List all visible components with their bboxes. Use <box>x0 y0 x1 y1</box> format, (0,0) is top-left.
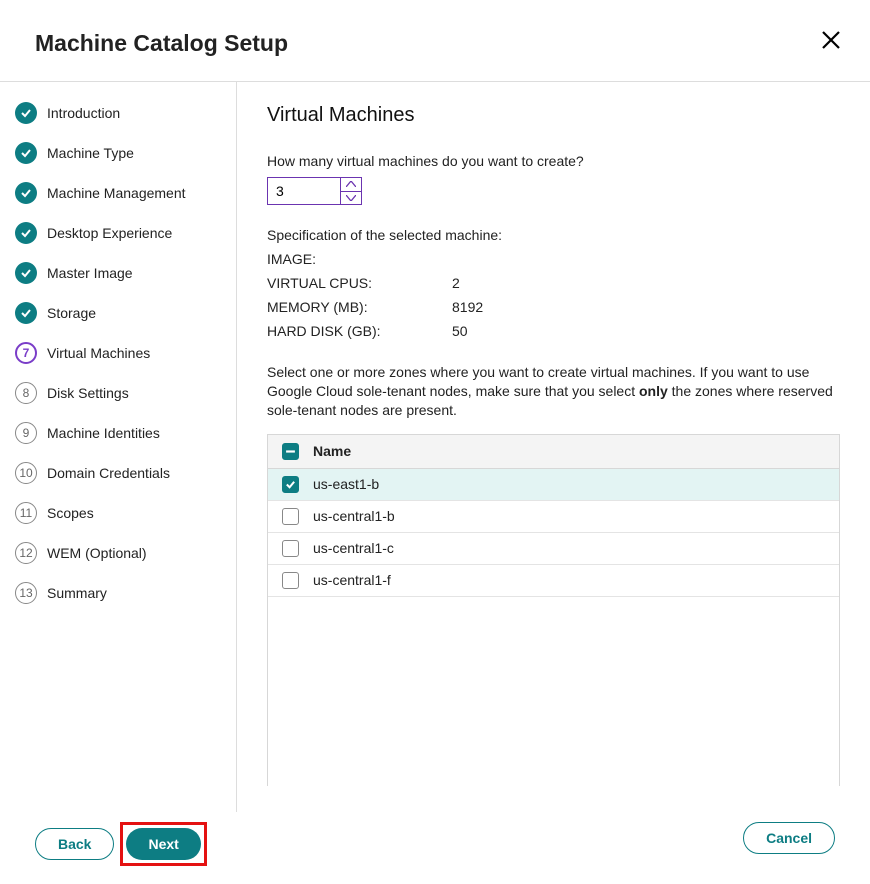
zones-grid: Name us-east1-b us-central1-b us-central1-… <box>267 434 840 786</box>
check-icon <box>15 302 37 324</box>
wizard-step-label: Introduction <box>47 105 120 121</box>
zone-name: us-central1-b <box>313 508 395 524</box>
spec-value: 2 <box>452 275 460 291</box>
wizard-step-label: Storage <box>47 305 96 321</box>
wizard-step: 10 Domain Credentials <box>15 462 236 484</box>
dialog-title: Machine Catalog Setup <box>35 30 288 57</box>
zone-note-bold: only <box>639 383 668 399</box>
spec-key: IMAGE: <box>267 251 452 267</box>
wizard-step: 8 Disk Settings <box>15 382 236 404</box>
wizard-step[interactable]: Desktop Experience <box>15 222 236 244</box>
wizard-step[interactable]: Master Image <box>15 262 236 284</box>
page-heading: Virtual Machines <box>267 104 840 127</box>
spec-row: MEMORY (MB):8192 <box>267 299 840 315</box>
wizard-step: 13 Summary <box>15 582 236 604</box>
spec-value: 8192 <box>452 299 483 315</box>
close-icon[interactable] <box>822 27 840 53</box>
spec-key: VIRTUAL CPUS: <box>267 275 452 291</box>
zone-instructions: Select one or more zones where you want … <box>267 363 840 420</box>
next-button-highlight: Next <box>120 822 206 866</box>
zone-checkbox[interactable] <box>282 476 299 493</box>
spec-table: IMAGE:VIRTUAL CPUS:2MEMORY (MB):8192HARD… <box>267 251 840 347</box>
wizard-step-label: Desktop Experience <box>47 225 172 241</box>
zone-checkbox[interactable] <box>282 572 299 589</box>
step-number-badge: 11 <box>15 502 37 524</box>
wizard-step-label: WEM (Optional) <box>47 545 147 561</box>
wizard-step[interactable]: Storage <box>15 302 236 324</box>
check-icon <box>15 222 37 244</box>
wizard-step-label: Disk Settings <box>47 385 129 401</box>
wizard-step-label: Machine Type <box>47 145 134 161</box>
vm-count-up-icon[interactable] <box>341 178 361 191</box>
wizard-step[interactable]: Machine Management <box>15 182 236 204</box>
wizard-step-label: Master Image <box>47 265 133 281</box>
zone-checkbox[interactable] <box>282 508 299 525</box>
wizard-step-label: Machine Identities <box>47 425 160 441</box>
spec-key: MEMORY (MB): <box>267 299 452 315</box>
spec-key: HARD DISK (GB): <box>267 323 452 339</box>
check-icon <box>15 262 37 284</box>
zone-name: us-east1-b <box>313 476 379 492</box>
spec-row: HARD DISK (GB):50 <box>267 323 840 339</box>
check-icon <box>15 142 37 164</box>
wizard-step[interactable]: 7 Virtual Machines <box>15 342 236 364</box>
step-number-badge: 7 <box>15 342 37 364</box>
cancel-button[interactable]: Cancel <box>743 822 835 854</box>
zone-row[interactable]: us-central1-f <box>268 565 839 597</box>
wizard-steps: Introduction Machine Type Machine Manageme… <box>0 82 237 812</box>
select-all-checkbox[interactable] <box>282 443 299 460</box>
zone-row[interactable]: us-central1-c <box>268 533 839 565</box>
check-icon <box>15 182 37 204</box>
count-question: How many virtual machines do you want to… <box>267 153 840 169</box>
wizard-step: 11 Scopes <box>15 502 236 524</box>
spec-row: IMAGE: <box>267 251 840 267</box>
step-number-badge: 10 <box>15 462 37 484</box>
check-icon <box>15 102 37 124</box>
vm-count-input[interactable] <box>268 178 340 204</box>
back-button[interactable]: Back <box>35 828 114 860</box>
step-number-badge: 13 <box>15 582 37 604</box>
zone-row[interactable]: us-central1-b <box>268 501 839 533</box>
spec-title: Specification of the selected machine: <box>267 227 840 243</box>
wizard-step-label: Domain Credentials <box>47 465 170 481</box>
step-number-badge: 9 <box>15 422 37 444</box>
zone-checkbox[interactable] <box>282 540 299 557</box>
wizard-step: 12 WEM (Optional) <box>15 542 236 564</box>
spec-value: 50 <box>452 323 468 339</box>
step-number-badge: 12 <box>15 542 37 564</box>
wizard-step-label: Summary <box>47 585 107 601</box>
wizard-step[interactable]: Machine Type <box>15 142 236 164</box>
next-button[interactable]: Next <box>126 828 200 860</box>
wizard-step: 9 Machine Identities <box>15 422 236 444</box>
zone-name: us-central1-f <box>313 572 391 588</box>
spec-row: VIRTUAL CPUS:2 <box>267 275 840 291</box>
zone-name: us-central1-c <box>313 540 394 556</box>
vm-count-down-icon[interactable] <box>341 191 361 205</box>
wizard-step-label: Scopes <box>47 505 94 521</box>
wizard-step[interactable]: Introduction <box>15 102 236 124</box>
column-header-name: Name <box>313 443 351 459</box>
wizard-step-label: Virtual Machines <box>47 345 150 361</box>
zone-row[interactable]: us-east1-b <box>268 469 839 501</box>
step-number-badge: 8 <box>15 382 37 404</box>
wizard-step-label: Machine Management <box>47 185 186 201</box>
vm-count-field <box>267 177 362 205</box>
